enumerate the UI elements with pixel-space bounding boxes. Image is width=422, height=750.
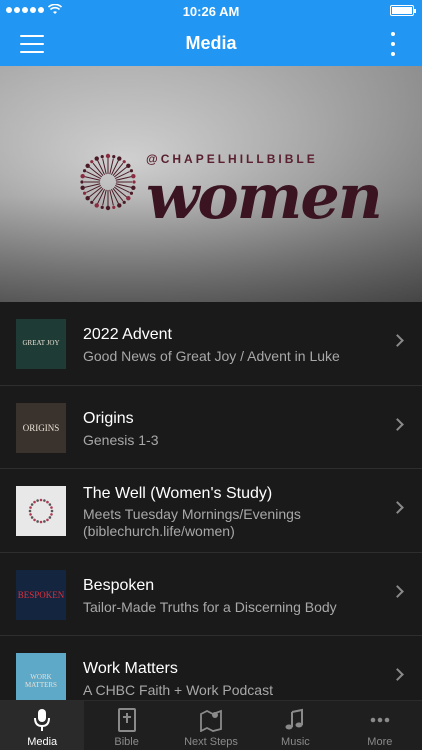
battery-icon [390,5,416,16]
nav-bar: Media [0,22,422,66]
chevron-right-icon [391,334,404,347]
app: 10:26 AM Media @CHAPELHILLBIBLE women GR… [0,0,422,750]
item-subtitle: Meets Tuesday Mornings/Evenings (biblech… [83,506,301,539]
series-thumbnail: GREAT JOY [16,319,66,369]
item-subtitle: A CHBC Faith + Work Podcast [83,682,273,698]
chevron-right-icon [391,501,404,514]
media-list-item[interactable]: BESPOKEN Bespoken Tailor-Made Truths for a… [0,552,422,636]
item-subtitle: Good News of Great Joy / Advent in Luke [83,348,340,364]
sunburst-logo-icon [80,153,136,211]
item-title: 2022 Advent [83,326,172,343]
thumbnail-label: GREAT JOY [22,339,60,347]
tab-next-steps[interactable]: Next Steps [169,701,253,750]
tab-label: Bible [114,736,139,748]
media-list-item[interactable]: ORIGINS Origins Genesis 1-3 [0,385,422,469]
item-title: Origins [83,409,134,427]
tab-label: Media [27,736,58,748]
tab-label: More [367,736,393,748]
item-title: Work Matters [83,660,178,677]
microphone-icon [0,708,84,732]
media-list-item[interactable]: GREAT JOY 2022 Advent Good News of Great J… [0,302,422,386]
hero-title: women [146,160,383,233]
series-thumbnail: WORK MATTERS [16,653,66,703]
chevron-right-icon [391,668,404,681]
more-horizontal-icon [338,708,422,732]
thumbnail-label: ORIGINS [22,422,60,433]
item-subtitle: Genesis 1-3 [83,431,159,448]
item-title: The Well (Women's Study) [83,485,273,502]
media-list: GREAT JOY 2022 Advent Good News of Great J… [0,302,422,720]
hero-carousel[interactable]: @CHAPELHILLBIBLE women [0,66,422,302]
page-title: Media [185,33,237,53]
tab-bible[interactable]: Bible [84,701,168,750]
thumbnail-label: BESPOKEN [17,589,65,600]
status-bar: 10:26 AM [0,0,422,22]
chevron-right-icon [391,417,404,431]
series-thumbnail: BESPOKEN [16,569,66,620]
thumbnail-label: WORK MATTERS [25,673,57,689]
tab-bar: Media Bible Next Steps Music More [0,700,422,750]
tab-label: Music [281,736,310,748]
bible-icon [84,708,168,732]
music-note-icon [253,708,337,732]
status-time: 10:26 AM [182,4,240,19]
tab-more[interactable]: More [338,701,422,750]
map-pin-icon [169,708,253,732]
item-title: Bespoken [83,576,155,594]
chevron-right-icon [391,584,404,598]
item-subtitle: Tailor-Made Truths for a Discerning Body [83,598,337,615]
series-thumbnail: ORIGINS [16,402,66,453]
tab-music[interactable]: Music [253,701,337,750]
more-vertical-button[interactable] [390,32,396,56]
tab-label: Next Steps [184,736,238,748]
media-list-item[interactable]: The Well (Women's Study) Meets Tuesday Mo… [0,469,422,553]
series-thumbnail [16,486,66,536]
tab-media[interactable]: Media [0,701,85,750]
